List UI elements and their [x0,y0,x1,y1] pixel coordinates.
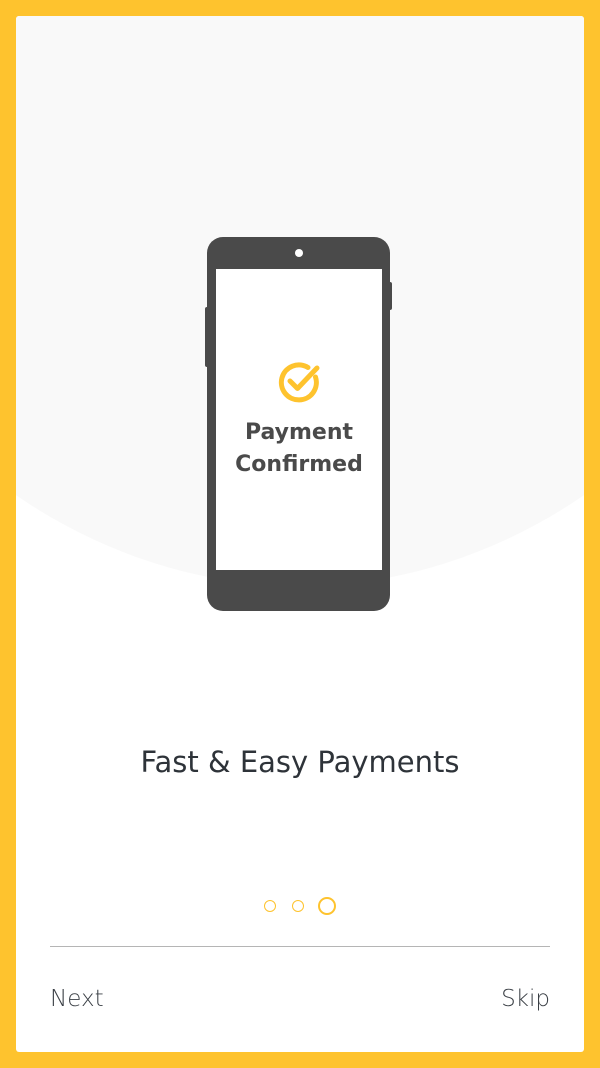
onboarding-headline: Fast & Easy Payments [140,745,460,779]
skip-button[interactable]: Skip [501,981,550,1017]
payment-confirmed-text: Payment Confirmed [216,417,382,481]
footer-divider [50,946,550,947]
phone-side-button [388,282,392,310]
check-circle-icon [278,362,320,403]
page-dot-2[interactable] [292,900,304,912]
confirm-line-1: Payment [244,420,354,445]
confirm-line-2: Confirmed [235,452,363,477]
next-button[interactable]: Next [50,981,104,1017]
page-dot-3-active[interactable] [318,897,336,915]
page-indicator [16,896,584,916]
phone-camera [295,249,303,257]
page-dot-1[interactable] [264,900,276,912]
phone-screen: Payment Confirmed [216,269,382,570]
phone-side-button [205,307,209,367]
onboarding-card: Payment Confirmed Fast & Easy Payments N… [16,16,584,1052]
phone-illustration: Payment Confirmed [205,237,392,611]
